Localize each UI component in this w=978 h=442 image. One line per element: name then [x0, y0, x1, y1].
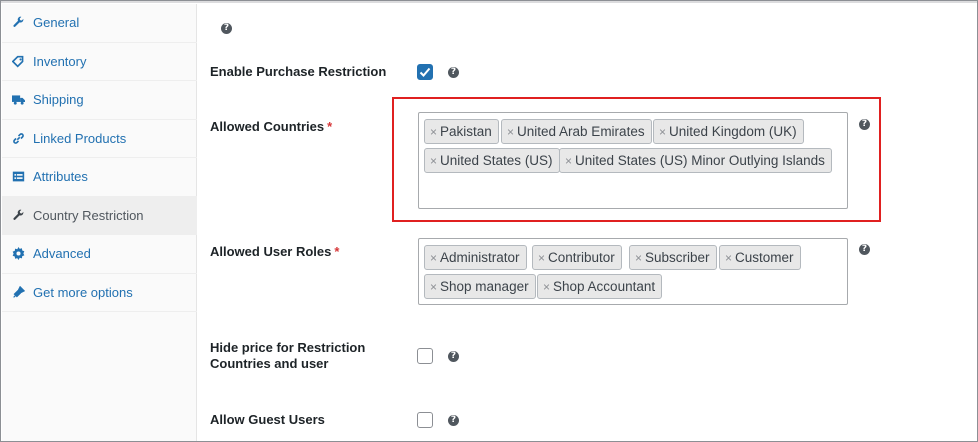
tab-get-more-options[interactable]: Get more options: [2, 274, 197, 312]
tab-label: Country Restriction: [33, 207, 144, 223]
tab-shipping[interactable]: Shipping: [2, 81, 197, 120]
settings-panel: General Inventory Shipping Linked Produc…: [0, 0, 978, 442]
checkmark-icon: [419, 67, 431, 77]
tab-attributes[interactable]: Attributes: [2, 158, 197, 197]
wrench-icon: [11, 16, 25, 30]
allowed-countries-label: Allowed Countries *: [210, 119, 333, 134]
role-tag: × Shop Accountant: [537, 274, 663, 299]
tab-label: Inventory: [33, 53, 87, 69]
tab-inventory[interactable]: Inventory: [2, 43, 197, 81]
allowed-countries-select[interactable]: × Pakistan × United Arab Emirates × United …: [418, 112, 848, 209]
wrench-icon: [11, 208, 25, 222]
tab-label: Get more options: [33, 284, 133, 300]
tab-label: Linked Products: [33, 130, 127, 146]
help-icon[interactable]: ?: [859, 119, 870, 130]
remove-tag-icon[interactable]: ×: [430, 251, 437, 265]
remove-tag-icon[interactable]: ×: [507, 125, 514, 139]
help-icon[interactable]: ?: [221, 23, 232, 34]
enable-purchase-restriction-checkbox[interactable]: [417, 64, 433, 80]
tab-linked-products[interactable]: Linked Products: [2, 120, 197, 158]
role-tag: × Customer: [719, 245, 801, 270]
tab-label: Advanced: [33, 246, 91, 262]
remove-tag-icon[interactable]: ×: [565, 154, 572, 168]
help-icon[interactable]: ?: [448, 67, 459, 78]
truck-icon: [11, 93, 25, 107]
gear-icon: [11, 247, 25, 261]
tab-label: Shipping: [33, 92, 84, 108]
tab-country-restriction[interactable]: Country Restriction: [2, 196, 197, 235]
country-tag: × United States (US) Minor Outlying Islan…: [559, 148, 832, 173]
tab-label: Attributes: [33, 169, 88, 185]
remove-tag-icon[interactable]: ×: [543, 280, 550, 294]
role-tag: × Contributor: [532, 245, 622, 270]
role-tag: × Subscriber: [629, 245, 717, 270]
plugin-icon: [11, 285, 25, 299]
help-icon[interactable]: ?: [448, 351, 459, 362]
help-icon[interactable]: ?: [859, 244, 870, 255]
role-tag: × Shop manager: [424, 274, 536, 299]
list-icon: [11, 170, 25, 184]
remove-tag-icon[interactable]: ×: [430, 125, 437, 139]
allowed-user-roles-label: Allowed User Roles *: [210, 244, 340, 259]
help-icon[interactable]: ?: [448, 415, 459, 426]
tab-label: General: [33, 15, 80, 31]
tab-advanced[interactable]: Advanced: [2, 235, 197, 274]
remove-tag-icon[interactable]: ×: [635, 251, 642, 265]
link-icon: [11, 131, 25, 145]
allow-guest-users-label: Allow Guest Users: [210, 412, 325, 427]
hide-price-checkbox[interactable]: [417, 348, 433, 364]
tag-icon: [11, 54, 25, 68]
country-tag: × United Arab Emirates: [501, 119, 652, 144]
allowed-user-roles-select[interactable]: × Administrator × Contributor × Subscriber …: [418, 238, 848, 305]
country-tag: × United States (US): [424, 148, 560, 173]
remove-tag-icon[interactable]: ×: [659, 125, 666, 139]
tab-general[interactable]: General: [2, 4, 197, 43]
country-tag: × United Kingdom (UK): [653, 119, 804, 144]
remove-tag-icon[interactable]: ×: [538, 251, 545, 265]
hide-price-label: Hide price for Restriction Countries and…: [210, 340, 366, 371]
product-data-tabs: General Inventory Shipping Linked Produc…: [2, 4, 197, 441]
remove-tag-icon[interactable]: ×: [725, 251, 732, 265]
allow-guest-users-checkbox[interactable]: [417, 412, 433, 428]
remove-tag-icon[interactable]: ×: [430, 280, 437, 294]
enable-purchase-restriction-label: Enable Purchase Restriction: [210, 64, 387, 79]
role-tag: × Administrator: [424, 245, 527, 270]
remove-tag-icon[interactable]: ×: [430, 154, 437, 168]
country-tag: × Pakistan: [424, 119, 499, 144]
